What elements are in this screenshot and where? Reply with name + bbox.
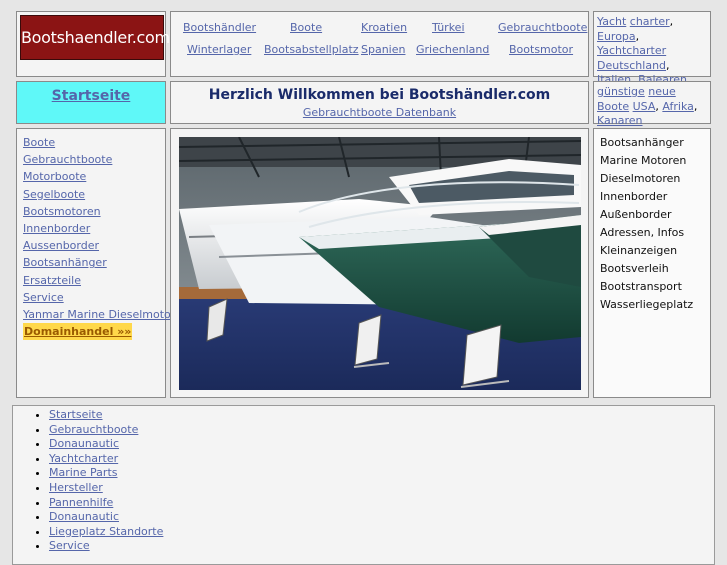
leftnav-aussenborder[interactable]: Aussenborder [23,237,159,254]
right-kleinanzeigen[interactable]: Kleinanzeigen [600,242,704,260]
nav-kroatien[interactable]: Kroatien [361,21,407,34]
list-item: Liegeplatz Standorte [49,525,163,540]
image-cell [170,128,589,398]
leftnav-service[interactable]: Service [23,289,159,306]
right-bootsverleih[interactable]: Bootsverleih [600,260,704,278]
list-item: Hersteller [49,481,163,496]
right-marine-motoren[interactable]: Marine Motoren [600,152,704,170]
link-deutschland[interactable]: Deutschland [597,59,666,72]
gebrauchtboote-datenbank-link[interactable]: Gebrauchtboote Datenbank [303,106,456,119]
right-adressen-infos[interactable]: Adressen, Infos [600,224,704,242]
startseite-cell: Startseite [16,81,166,124]
bottom-startseite[interactable]: Startseite [49,408,103,421]
leftnav-bootsanhaenger[interactable]: Bootsanhänger [23,254,159,271]
leftnav-segelboote[interactable]: Segelboote [23,186,159,203]
info-links: günstige neue Boote USA, Afrika, Kanaren [593,81,711,127]
bottom-gebrauchtboote[interactable]: Gebrauchtboote [49,423,138,436]
leftnav-yanmar[interactable]: Yanmar Marine Dieselmotor [23,306,175,323]
leftnav-motorboote[interactable]: Motorboote [23,168,159,185]
bottom-pannenhilfe[interactable]: Pannenhilfe [49,496,113,509]
logo-cell: Bootshaendler.com [16,11,170,77]
right-innenborder[interactable]: Innenborder [600,188,704,206]
link-neue[interactable]: neue [648,85,675,98]
nav-bootsmotor[interactable]: Bootsmotor [509,43,573,56]
top-right-links: Yacht charter, Europa, Yachtcharter Deut… [593,11,711,86]
bottom-donaunautic[interactable]: Donaunautic [49,437,119,450]
link-yachtcharter[interactable]: Yachtcharter [597,44,666,57]
right-dieselmotoren[interactable]: Dieselmotoren [600,170,704,188]
leftnav-gebrauchtboote[interactable]: Gebrauchtboote [23,151,159,168]
site-logo[interactable]: Bootshaendler.com [20,15,170,60]
welcome-cell: Herzlich Willkommen bei Bootshändler.com… [170,81,589,124]
right-category-list: Bootsanhänger Marine Motoren Dieselmotor… [593,128,711,398]
nav-bootsabstellplatz[interactable]: Bootsabstellplatz [264,43,359,56]
link-europa[interactable]: Europa [597,30,636,43]
boat-show-photo [179,137,581,390]
list-item: Gebrauchtboote [49,423,163,438]
list-item: Yachtcharter [49,452,163,467]
startseite-link[interactable]: Startseite [52,88,131,104]
nav-tuerkei[interactable]: Türkei [432,21,465,34]
nav-boote[interactable]: Boote [290,21,322,34]
leftnav-innenborder[interactable]: Innenborder [23,220,159,237]
nav-griechenland[interactable]: Griechenland [416,43,489,56]
link-yacht[interactable]: Yacht [597,15,626,28]
leftnav-domainhandel[interactable]: Domainhandel »» [23,323,133,341]
right-wasserliegeplatz[interactable]: Wasserliegeplatz [600,296,704,314]
nav-winterlager[interactable]: Winterlager [187,43,251,56]
link-afrika[interactable]: Afrika [662,100,694,113]
top-navigation: Bootshändler Boote Kroatien Türkei Gebra… [170,11,589,77]
nav-bootshaendler[interactable]: Bootshändler [183,21,256,34]
link-charter[interactable]: charter [630,15,670,28]
left-navigation: Boote Gebrauchtboote Motorboote Segelboo… [16,128,175,398]
bottom-marine-parts[interactable]: Marine Parts [49,466,118,479]
link-boote[interactable]: Boote [597,100,629,113]
link-kanaren[interactable]: Kanaren [597,114,643,127]
right-bootstransport[interactable]: Bootstransport [600,278,704,296]
bottom-liegeplatz-standorte[interactable]: Liegeplatz Standorte [49,525,163,538]
nav-spanien[interactable]: Spanien [361,43,405,56]
right-aussenborder[interactable]: Außenborder [600,206,704,224]
list-item: Donaunautic [49,437,163,452]
bottom-service[interactable]: Service [49,539,90,552]
link-usa[interactable]: USA [633,100,656,113]
leftnav-bootsmotoren[interactable]: Bootsmotoren [23,203,159,220]
nav-gebrauchtboote[interactable]: Gebrauchtboote [498,21,587,34]
link-guenstige[interactable]: günstige [597,85,645,98]
list-item: Marine Parts [49,466,163,481]
leftnav-boote[interactable]: Boote [23,134,159,151]
list-item: Donaunautic [49,510,163,525]
bottom-link-list: Startseite Gebrauchtboote Donaunautic Ya… [12,405,715,565]
leftnav-ersatzteile[interactable]: Ersatzteile [23,272,159,289]
bottom-donaunautic-2[interactable]: Donaunautic [49,510,119,523]
bottom-yachtcharter[interactable]: Yachtcharter [49,452,118,465]
list-item: Service [49,539,163,554]
right-bootsanhaenger[interactable]: Bootsanhänger [600,134,704,152]
list-item: Startseite [49,408,163,423]
bottom-hersteller[interactable]: Hersteller [49,481,103,494]
list-item: Pannenhilfe [49,496,163,511]
page-title: Herzlich Willkommen bei Bootshändler.com [208,87,551,103]
